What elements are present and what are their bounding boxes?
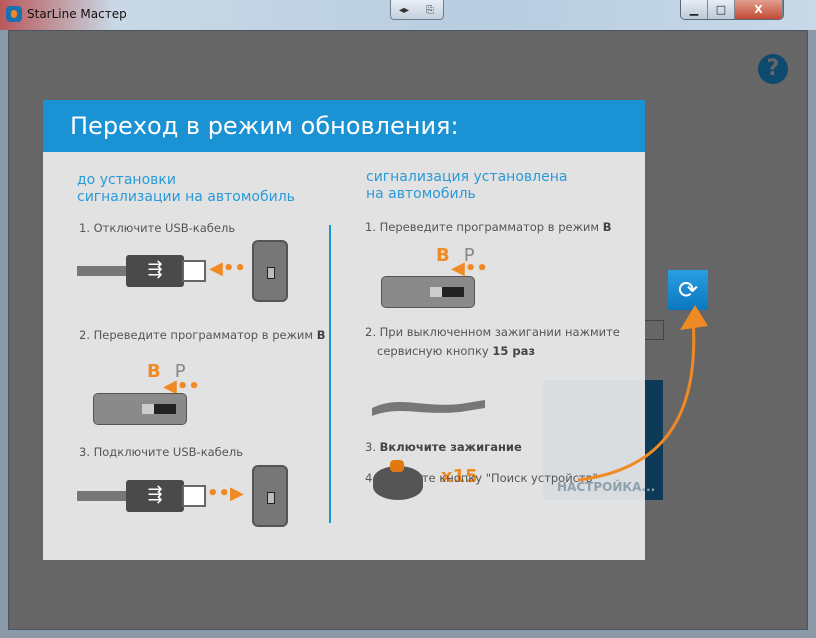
settings-tile-label: НАСТРОЙКА...: [557, 480, 656, 494]
pointer-arrow: [372, 305, 708, 482]
